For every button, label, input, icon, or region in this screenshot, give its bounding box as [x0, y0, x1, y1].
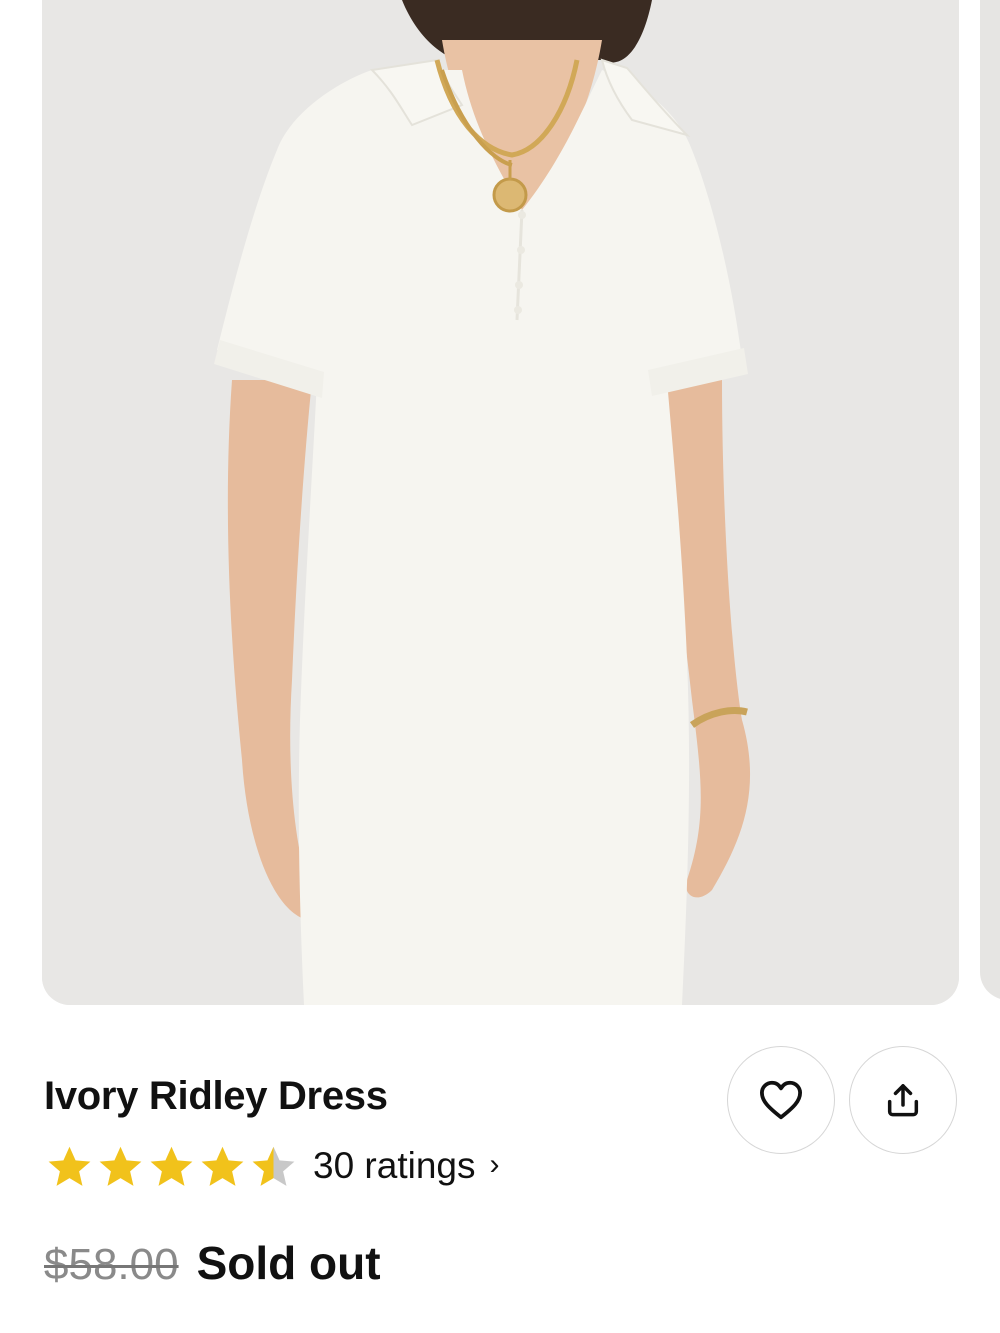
- star-rating: [44, 1142, 299, 1190]
- sold-out-status: Sold out: [196, 1237, 381, 1289]
- star-shape: [99, 1146, 142, 1186]
- share-upload-icon: [887, 1084, 919, 1117]
- dress-illustration: [42, 0, 959, 1005]
- favorite-button[interactable]: [727, 1046, 835, 1154]
- star-shape: [48, 1146, 91, 1186]
- star-icon: [48, 1146, 91, 1186]
- rating-summary[interactable]: 30 ratings ›: [44, 1142, 500, 1190]
- chevron-right-icon: ›: [489, 1148, 500, 1181]
- product-title: Ivory Ridley Dress: [44, 1074, 388, 1118]
- star-icon: [150, 1146, 193, 1186]
- product-image-gallery[interactable]: [0, 0, 1000, 1005]
- star-icon: [252, 1146, 295, 1186]
- ratings-link[interactable]: 30 ratings ›: [313, 1145, 500, 1187]
- star-shape: [150, 1146, 193, 1186]
- original-price: $58.00: [44, 1240, 179, 1289]
- share-button[interactable]: [849, 1046, 957, 1154]
- price-row: $58.00 Sold out: [44, 1236, 381, 1290]
- product-image[interactable]: [42, 0, 959, 1005]
- heart-icon: [760, 1080, 802, 1120]
- product-page: Ivory Ridley Dress 30 ratings › $58.00 S…: [0, 0, 1000, 1333]
- ratings-count: 30 ratings: [313, 1145, 476, 1186]
- star-shape: [201, 1146, 244, 1186]
- star-icon: [99, 1146, 142, 1186]
- star-shape: [252, 1146, 295, 1186]
- star-icon: [201, 1146, 244, 1186]
- next-product-image-peek[interactable]: [980, 0, 1000, 1000]
